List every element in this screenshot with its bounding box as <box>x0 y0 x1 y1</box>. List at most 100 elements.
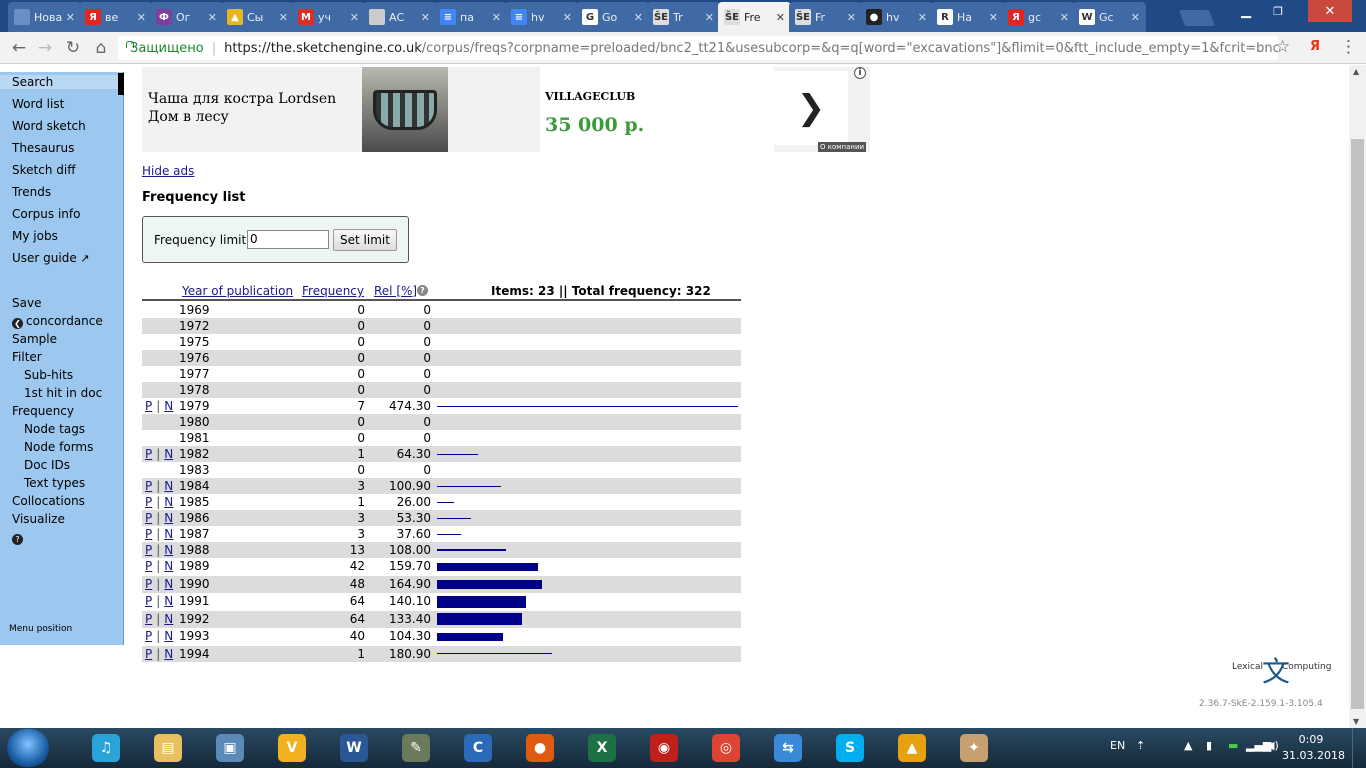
tab-close-icon[interactable]: ✕ <box>1060 11 1069 24</box>
positive-filter-link[interactable]: P <box>145 495 152 509</box>
tab-close-icon[interactable]: ✕ <box>634 11 643 24</box>
negative-filter-link[interactable]: N <box>164 577 173 591</box>
reload-icon[interactable]: ↻ <box>62 37 84 59</box>
sidebar-item-frequency[interactable]: Frequency <box>12 404 74 418</box>
positive-filter-link[interactable]: P <box>145 559 152 573</box>
ad-company-link[interactable]: О компании <box>818 142 867 152</box>
scroll-up-icon[interactable]: ▲ <box>1353 67 1359 76</box>
tab-close-icon[interactable]: ✕ <box>847 11 856 24</box>
positive-filter-link[interactable]: P <box>145 577 152 591</box>
negative-filter-link[interactable]: N <box>164 495 173 509</box>
positive-filter-link[interactable]: P <box>145 629 152 643</box>
taskbar-app[interactable]: C <box>452 731 504 765</box>
back-arrow-icon[interactable]: ← <box>8 37 30 59</box>
advertisement-banner[interactable]: Чаша для костра Lordsen Дом в лесу VILLA… <box>142 67 870 152</box>
sidebar-item-word-list[interactable]: Word list <box>12 97 64 111</box>
positive-filter-link[interactable]: P <box>145 447 152 461</box>
yandex-extension-icon[interactable]: Я <box>1310 39 1320 54</box>
taskbar-app[interactable]: W <box>328 731 380 765</box>
negative-filter-link[interactable]: N <box>164 511 173 525</box>
tab-close-icon[interactable]: ✕ <box>350 11 359 24</box>
bookmark-star-icon[interactable]: ☆ <box>1275 37 1290 57</box>
sidebar-item-sample[interactable]: Sample <box>12 332 57 346</box>
close-window-button[interactable]: ✕ <box>1308 0 1352 22</box>
hide-ads-link[interactable]: Hide ads <box>142 164 194 178</box>
negative-filter-link[interactable]: N <box>164 559 173 573</box>
browser-tab[interactable]: Mуч ✕ <box>292 2 365 32</box>
browser-tab[interactable]: ≡ па ✕ <box>434 2 507 32</box>
sidebar-item-trends[interactable]: Trends <box>12 185 51 199</box>
taskbar-app[interactable]: ● <box>514 731 566 765</box>
sidebar-item-1st-hit-in-doc[interactable]: 1st hit in doc <box>24 386 102 400</box>
negative-filter-link[interactable]: N <box>164 399 173 413</box>
volume-icon[interactable]: ◀) <box>1266 739 1279 752</box>
tab-close-icon[interactable]: ✕ <box>208 11 217 24</box>
sidebar-item-search[interactable]: Search <box>0 73 124 95</box>
negative-filter-link[interactable]: N <box>164 612 173 626</box>
taskbar-app[interactable]: ✎ <box>390 731 442 765</box>
taskbar-app[interactable]: S <box>824 731 876 765</box>
tab-close-icon[interactable]: ✕ <box>66 11 75 24</box>
help-icon[interactable]: ? <box>417 285 428 296</box>
negative-filter-link[interactable]: N <box>164 527 173 541</box>
taskbar-app[interactable]: ✦ <box>948 731 1000 765</box>
tab-close-icon[interactable]: ✕ <box>776 11 785 24</box>
tab-close-icon[interactable]: ✕ <box>137 11 146 24</box>
tab-close-icon[interactable]: ✕ <box>421 11 430 24</box>
negative-filter-link[interactable]: N <box>164 479 173 493</box>
forward-arrow-icon[interactable]: → <box>34 37 56 59</box>
positive-filter-link[interactable]: P <box>145 399 152 413</box>
tab-close-icon[interactable]: ✕ <box>1131 11 1140 24</box>
sidebar-item-save[interactable]: Save <box>12 296 41 310</box>
battery-icon[interactable]: ▬ <box>1228 739 1238 752</box>
taskbar-app[interactable]: ◎ <box>700 731 752 765</box>
sidebar-item-sketch-diff[interactable]: Sketch diff <box>12 163 75 177</box>
sidebar-item-sub-hits[interactable]: Sub-hits <box>24 368 73 382</box>
scrollbar-thumb[interactable] <box>1351 139 1364 709</box>
browser-tab[interactable]: Новая✕ <box>8 2 81 32</box>
negative-filter-link[interactable]: N <box>164 543 173 557</box>
lexical-computing-logo[interactable]: Lexical 文 Computing <box>1232 655 1331 688</box>
sidebar-item-my-jobs[interactable]: My jobs <box>12 229 58 243</box>
sidebar-item-corpus-info[interactable]: Corpus info <box>12 207 80 221</box>
tab-close-icon[interactable]: ✕ <box>492 11 501 24</box>
sidebar-item-filter[interactable]: Filter <box>12 350 42 364</box>
rel-column-header[interactable]: Rel [%] <box>374 284 417 298</box>
tray-arrow-icon[interactable]: ⇡ <box>1136 739 1145 752</box>
home-icon[interactable]: ⌂ <box>90 37 112 59</box>
browser-tab[interactable]: ŠE Tr ✕ <box>647 2 720 32</box>
start-button[interactable] <box>7 729 49 767</box>
browser-tab[interactable]: ≡ hv ✕ <box>505 2 578 32</box>
tab-close-icon[interactable]: ✕ <box>705 11 714 24</box>
sidebar-item-collocations[interactable]: Collocations <box>12 494 85 508</box>
positive-filter-link[interactable]: P <box>145 511 152 525</box>
negative-filter-link[interactable]: N <box>164 647 173 661</box>
positive-filter-link[interactable]: P <box>145 527 152 541</box>
ad-title[interactable]: Чаша для костра Lordsen Дом в лесу <box>148 90 358 126</box>
ad-chevron-right-icon[interactable]: ❯ <box>774 71 848 145</box>
browser-tab[interactable]: ▲ Сы ✕ <box>221 2 294 32</box>
page-scrollbar[interactable]: ▲ ▼ <box>1349 65 1366 728</box>
taskbar-app[interactable]: ▣ <box>204 731 256 765</box>
sidebar-item-visualize[interactable]: Visualize <box>12 512 65 526</box>
show-hidden-icons[interactable]: ▲ <box>1184 739 1192 752</box>
negative-filter-link[interactable]: N <box>164 629 173 643</box>
taskbar-app[interactable]: X <box>576 731 628 765</box>
set-limit-button[interactable]: Set limit <box>333 229 397 251</box>
positive-filter-link[interactable]: P <box>145 612 152 626</box>
negative-filter-link[interactable]: N <box>164 594 173 608</box>
system-clock[interactable]: 0:09 31.03.2018 <box>1282 732 1345 764</box>
taskbar-app[interactable]: ⇆ <box>762 731 814 765</box>
year-column-header[interactable]: Year of publication <box>182 284 293 298</box>
sidebar-item-node-forms[interactable]: Node forms <box>24 440 93 454</box>
sidebar-item-concordance[interactable]: ❮ concordance <box>12 314 103 329</box>
frequency-limit-input[interactable]: 0 <box>247 230 329 249</box>
positive-filter-link[interactable]: P <box>145 647 152 661</box>
sidebar-item-node-tags[interactable]: Node tags <box>24 422 85 436</box>
browser-tab[interactable]: АС ✕ <box>363 2 436 32</box>
tab-close-icon[interactable]: ✕ <box>563 11 572 24</box>
sidebar-item-doc-ids[interactable]: Doc IDs <box>24 458 70 472</box>
tab-close-icon[interactable]: ✕ <box>989 11 998 24</box>
frequency-column-header[interactable]: Frequency <box>302 284 364 298</box>
browser-tab[interactable]: Ф Ог ✕ <box>150 2 223 32</box>
